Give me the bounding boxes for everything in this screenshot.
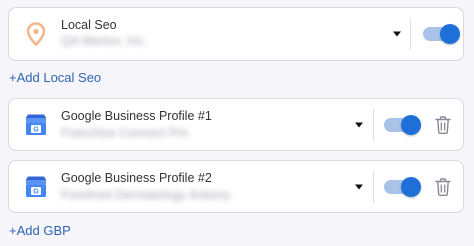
- chevron-down-icon[interactable]: [393, 31, 401, 37]
- gbp-card-1: G Google Business Profile #1 Franchise C…: [8, 98, 464, 151]
- chevron-down-icon[interactable]: [355, 122, 363, 127]
- gbp-card-2: G Google Business Profile #2 Forefront D…: [8, 160, 464, 213]
- gbp-2-toggle[interactable]: [384, 176, 421, 197]
- location-pin-icon: [23, 21, 49, 47]
- trash-icon[interactable]: [434, 115, 452, 135]
- local-seo-card: Local Seo QA Mentor, Inc.: [8, 7, 464, 61]
- google-business-profile-icon: G: [23, 174, 49, 200]
- gbp-1-title: Google Business Profile #1: [61, 109, 212, 123]
- svg-text:G: G: [33, 188, 39, 195]
- local-seo-toggle[interactable]: [423, 24, 460, 44]
- gbp-1-account-name: Franchise Connect Pro: [61, 126, 189, 140]
- add-local-seo-link[interactable]: +Add Local Seo: [9, 70, 101, 85]
- toggle-knob: [401, 176, 421, 197]
- toggle-knob: [440, 24, 460, 44]
- svg-text:G: G: [33, 126, 39, 133]
- google-business-profile-icon: G: [23, 112, 49, 138]
- gbp-2-title: Google Business Profile #2: [61, 171, 212, 185]
- toggle-knob: [401, 114, 421, 135]
- chevron-down-icon[interactable]: [355, 184, 363, 189]
- gbp-1-toggle[interactable]: [384, 114, 421, 135]
- gbp-2-account-name: Forefront Dermatology Ankeny: [61, 188, 231, 202]
- divider: [410, 18, 411, 50]
- trash-icon[interactable]: [434, 177, 452, 197]
- local-seo-account-name: QA Mentor, Inc.: [61, 34, 148, 48]
- local-seo-title: Local Seo: [61, 18, 117, 32]
- divider: [373, 170, 374, 203]
- divider: [373, 108, 374, 141]
- add-gbp-link[interactable]: +Add GBP: [9, 223, 71, 238]
